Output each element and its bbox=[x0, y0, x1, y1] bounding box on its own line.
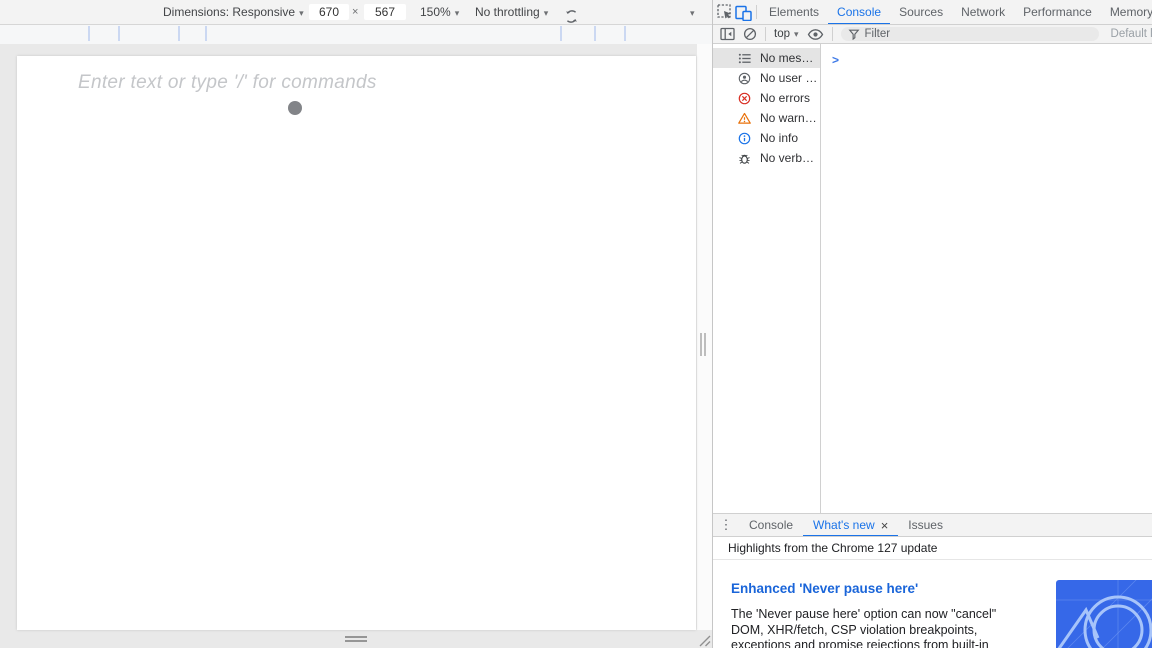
warning-icon bbox=[738, 112, 751, 125]
article-body: The 'Never pause here' option can now "c… bbox=[731, 607, 1023, 648]
log-levels-dropdown[interactable]: Default levels bbox=[1111, 28, 1152, 40]
device-emulation-area: Dimensions: Responsive ▾ × 150% ▾ No throt… bbox=[0, 0, 712, 648]
device-toolbar: Dimensions: Responsive ▾ × 150% ▾ No throt… bbox=[0, 0, 712, 25]
throttling-dropdown[interactable]: No throttling ▾ bbox=[475, 0, 548, 24]
message-list-icon bbox=[738, 52, 751, 65]
execution-context-dropdown[interactable]: top ▾ bbox=[774, 28, 799, 40]
sidebar-item-label: No info bbox=[760, 131, 798, 145]
drawer-tab-issues[interactable]: Issues bbox=[898, 514, 953, 537]
dimensions-label: Dimensions: Responsive bbox=[163, 5, 295, 19]
article-thumbnail-art-icon bbox=[1056, 580, 1152, 648]
console-body: No messages No user messages No errors bbox=[713, 44, 1152, 513]
viewport-width-resize-handle[interactable] bbox=[700, 333, 708, 356]
chevron-down-icon: ▾ bbox=[690, 8, 695, 18]
media-query-tick bbox=[118, 26, 120, 41]
user-icon bbox=[738, 72, 751, 85]
sidebar-panel-icon bbox=[720, 27, 735, 41]
media-query-tick bbox=[205, 26, 207, 41]
viewport-corner-resize-handle[interactable] bbox=[696, 632, 711, 647]
close-icon[interactable]: × bbox=[881, 519, 889, 532]
tab-memory[interactable]: Memory bbox=[1101, 0, 1152, 25]
throttling-value: No throttling bbox=[475, 5, 540, 19]
error-icon bbox=[738, 92, 751, 105]
sidebar-item-warnings[interactable]: No warnings bbox=[713, 108, 820, 128]
resize-grip-icon bbox=[696, 632, 711, 647]
drawer-tab-whats-new[interactable]: What's new × bbox=[803, 514, 898, 537]
zoom-value: 150% bbox=[420, 5, 451, 19]
media-query-tick bbox=[178, 26, 180, 41]
rotate-icon bbox=[563, 8, 580, 25]
device-toolbar-more-button[interactable]: ▾ bbox=[690, 0, 695, 24]
inspect-element-button[interactable] bbox=[716, 0, 734, 24]
media-query-tick bbox=[560, 26, 562, 41]
chevron-down-icon: ▾ bbox=[455, 8, 460, 18]
device-toolbar-icon bbox=[734, 4, 753, 21]
sidebar-item-info[interactable]: No info bbox=[713, 128, 820, 148]
bug-icon bbox=[738, 152, 751, 165]
toggle-device-toolbar-button[interactable] bbox=[734, 0, 753, 24]
console-prompt-icon: > bbox=[832, 53, 839, 67]
inspect-cursor-icon bbox=[716, 3, 734, 21]
execution-context-value: top bbox=[774, 28, 790, 40]
toolbar-separator bbox=[765, 27, 766, 41]
media-query-bar bbox=[0, 25, 712, 44]
viewport-height-input[interactable] bbox=[364, 4, 406, 20]
tab-elements[interactable]: Elements bbox=[760, 0, 828, 25]
sidebar-item-label: No messages bbox=[760, 51, 818, 65]
console-toolbar: top ▾ Default levels bbox=[713, 25, 1152, 44]
sidebar-item-verbose[interactable]: No verbose bbox=[713, 148, 820, 168]
drawer-tab-label: What's new bbox=[813, 514, 875, 536]
emulated-page[interactable]: Enter text or type '/' for commands bbox=[17, 56, 696, 630]
chevron-down-icon: ▾ bbox=[544, 8, 549, 18]
media-query-tick bbox=[624, 26, 626, 41]
sidebar-item-label: No user messages bbox=[760, 71, 818, 85]
info-icon bbox=[738, 132, 751, 145]
devtools-tabbar: Elements Console Sources Network Perform… bbox=[713, 0, 1152, 25]
console-filter-input[interactable] bbox=[865, 28, 1065, 40]
devtools-drawer: ⋮ Console What's new × Issues Highlights… bbox=[713, 513, 1152, 648]
media-query-tick bbox=[594, 26, 596, 41]
create-live-expression-button[interactable] bbox=[807, 28, 824, 41]
editor-placeholder: Enter text or type '/' for commands bbox=[78, 72, 377, 94]
filter-funnel-icon bbox=[848, 28, 860, 40]
console-filter-box[interactable] bbox=[841, 27, 1099, 41]
whats-new-header: Highlights from the Chrome 127 update bbox=[713, 537, 1152, 560]
console-prompt-area[interactable]: > bbox=[821, 44, 1152, 513]
clear-icon bbox=[743, 27, 757, 41]
viewport-height-resize-handle[interactable] bbox=[345, 636, 367, 642]
dimensions-dropdown[interactable]: Dimensions: Responsive ▾ bbox=[163, 0, 304, 24]
console-sidebar: No messages No user messages No errors bbox=[713, 44, 821, 513]
tab-sources[interactable]: Sources bbox=[890, 0, 952, 25]
console-sidebar-toggle-button[interactable] bbox=[720, 27, 735, 41]
sidebar-item-user-messages[interactable]: No user messages bbox=[713, 68, 820, 88]
chevron-down-icon: ▾ bbox=[794, 29, 799, 40]
tab-performance[interactable]: Performance bbox=[1014, 0, 1101, 25]
toolbar-separator bbox=[756, 5, 757, 19]
article-thumbnail[interactable] bbox=[1056, 580, 1152, 648]
sidebar-item-errors[interactable]: No errors bbox=[713, 88, 820, 108]
toolbar-separator bbox=[832, 27, 833, 41]
dimensions-times-separator: × bbox=[352, 0, 358, 24]
chevron-down-icon: ▾ bbox=[299, 8, 304, 18]
tab-network[interactable]: Network bbox=[952, 0, 1014, 25]
clear-console-button[interactable] bbox=[743, 27, 757, 41]
sidebar-item-label: No verbose bbox=[760, 151, 818, 165]
media-query-tick bbox=[88, 26, 90, 41]
drawer-tab-console[interactable]: Console bbox=[739, 514, 803, 537]
devtools-panel: Elements Console Sources Network Perform… bbox=[712, 0, 1152, 648]
zoom-dropdown[interactable]: 150% ▾ bbox=[420, 0, 459, 24]
tab-console[interactable]: Console bbox=[828, 0, 890, 25]
drawer-menu-button[interactable]: ⋮ bbox=[713, 517, 739, 533]
whats-new-content: Enhanced 'Never pause here' The 'Never p… bbox=[713, 560, 1152, 648]
sidebar-item-all-messages[interactable]: No messages bbox=[713, 48, 820, 68]
viewport-width-input[interactable] bbox=[309, 4, 349, 20]
sidebar-item-label: No warnings bbox=[760, 111, 818, 125]
eye-icon bbox=[807, 28, 824, 41]
sidebar-item-label: No errors bbox=[760, 91, 810, 105]
block-handle-dot[interactable] bbox=[288, 101, 302, 115]
drawer-tabbar: ⋮ Console What's new × Issues bbox=[713, 514, 1152, 537]
